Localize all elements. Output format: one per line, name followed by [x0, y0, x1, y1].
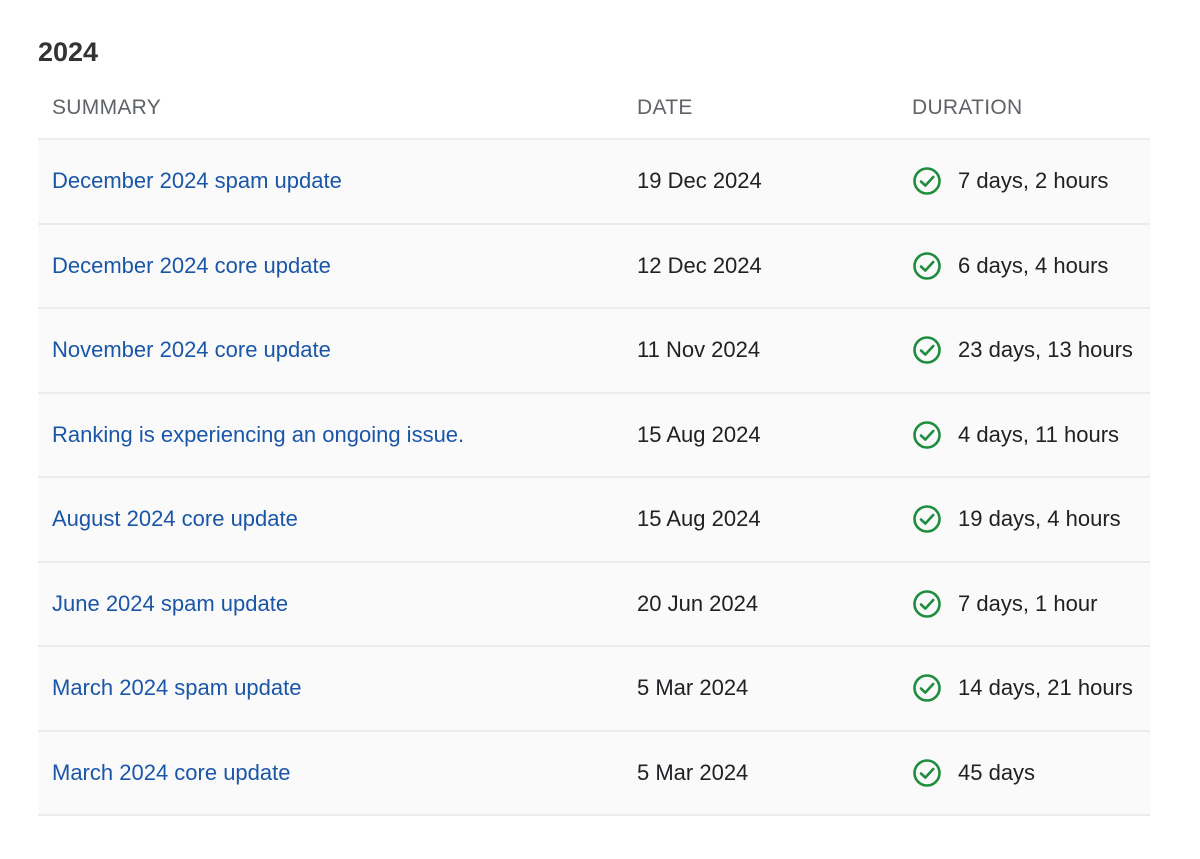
incident-summary-link[interactable]: March 2024 core update — [52, 760, 291, 785]
incident-history-page: 2024 SUMMARY DATE DURATION December 2024… — [0, 0, 1200, 859]
incident-table: SUMMARY DATE DURATION December 2024 spam… — [38, 78, 1150, 816]
incident-date: 11 Nov 2024 — [637, 337, 761, 363]
table-row: March 2024 spam update 5 Mar 2024 14 day… — [38, 647, 1150, 732]
check-circle-icon — [913, 336, 941, 365]
incident-duration: 7 days, 1 hour — [958, 590, 1098, 616]
incident-duration-cell: 23 days, 13 hours — [898, 335, 1150, 365]
incident-duration-cell: 6 days, 4 hours — [898, 251, 1150, 281]
incident-summary-link[interactable]: December 2024 core update — [52, 253, 331, 278]
check-circle-icon — [913, 251, 941, 280]
column-header-duration: DURATION — [912, 96, 1023, 119]
table-row: March 2024 core update 5 Mar 2024 45 day… — [38, 731, 1150, 816]
incident-date: 15 Aug 2024 — [637, 421, 761, 447]
table-row: November 2024 core update 11 Nov 2024 23… — [38, 309, 1150, 394]
incident-duration: 14 days, 21 hours — [958, 675, 1133, 701]
check-circle-icon — [913, 420, 941, 449]
incident-duration-cell: 45 days — [898, 758, 1150, 788]
incident-duration: 19 days, 4 hours — [958, 506, 1121, 532]
incident-duration: 45 days — [958, 759, 1036, 785]
check-circle-icon — [913, 758, 941, 787]
incident-date: 20 Jun 2024 — [637, 590, 759, 616]
incident-date: 5 Mar 2024 — [637, 675, 749, 701]
incident-duration: 6 days, 4 hours — [958, 252, 1109, 278]
table-row: August 2024 core update 15 Aug 2024 19 d… — [38, 478, 1150, 563]
table-row: December 2024 core update 12 Dec 2024 6 … — [38, 224, 1150, 309]
incident-duration: 23 days, 13 hours — [958, 337, 1133, 363]
incident-summary-link[interactable]: August 2024 core update — [52, 506, 298, 531]
year-heading: 2024 — [38, 37, 99, 67]
check-circle-icon — [913, 167, 941, 196]
check-circle-icon — [913, 674, 941, 703]
check-circle-icon — [913, 505, 941, 534]
incident-summary-link[interactable]: Ranking is experiencing an ongoing issue… — [52, 422, 464, 447]
incident-summary-link[interactable]: December 2024 spam update — [52, 168, 342, 193]
incident-duration-cell: 14 days, 21 hours — [898, 673, 1150, 703]
incident-duration-cell: 19 days, 4 hours — [898, 504, 1150, 534]
incident-duration-cell: 7 days, 1 hour — [898, 589, 1150, 619]
incident-duration: 7 days, 2 hours — [958, 168, 1109, 194]
column-header-summary: SUMMARY — [52, 96, 162, 119]
incident-duration-cell: 4 days, 11 hours — [898, 420, 1150, 450]
table-row: June 2024 spam update 20 Jun 2024 7 days… — [38, 562, 1150, 647]
table-row: Ranking is experiencing an ongoing issue… — [38, 393, 1150, 478]
incident-summary-link[interactable]: June 2024 spam update — [52, 591, 288, 616]
incident-date: 19 Dec 2024 — [637, 168, 762, 194]
column-header-date: DATE — [637, 96, 693, 119]
table-header: SUMMARY DATE DURATION — [38, 78, 1150, 140]
incident-duration: 4 days, 11 hours — [958, 421, 1120, 447]
incident-summary-link[interactable]: November 2024 core update — [52, 337, 331, 362]
table-row: December 2024 spam update 19 Dec 2024 7 … — [38, 140, 1150, 225]
incident-summary-link[interactable]: March 2024 spam update — [52, 675, 302, 700]
check-circle-icon — [913, 589, 941, 618]
incident-date: 15 Aug 2024 — [637, 506, 761, 532]
incident-date: 12 Dec 2024 — [637, 252, 762, 278]
incident-date: 5 Mar 2024 — [637, 759, 749, 785]
incident-duration-cell: 7 days, 2 hours — [898, 166, 1150, 196]
